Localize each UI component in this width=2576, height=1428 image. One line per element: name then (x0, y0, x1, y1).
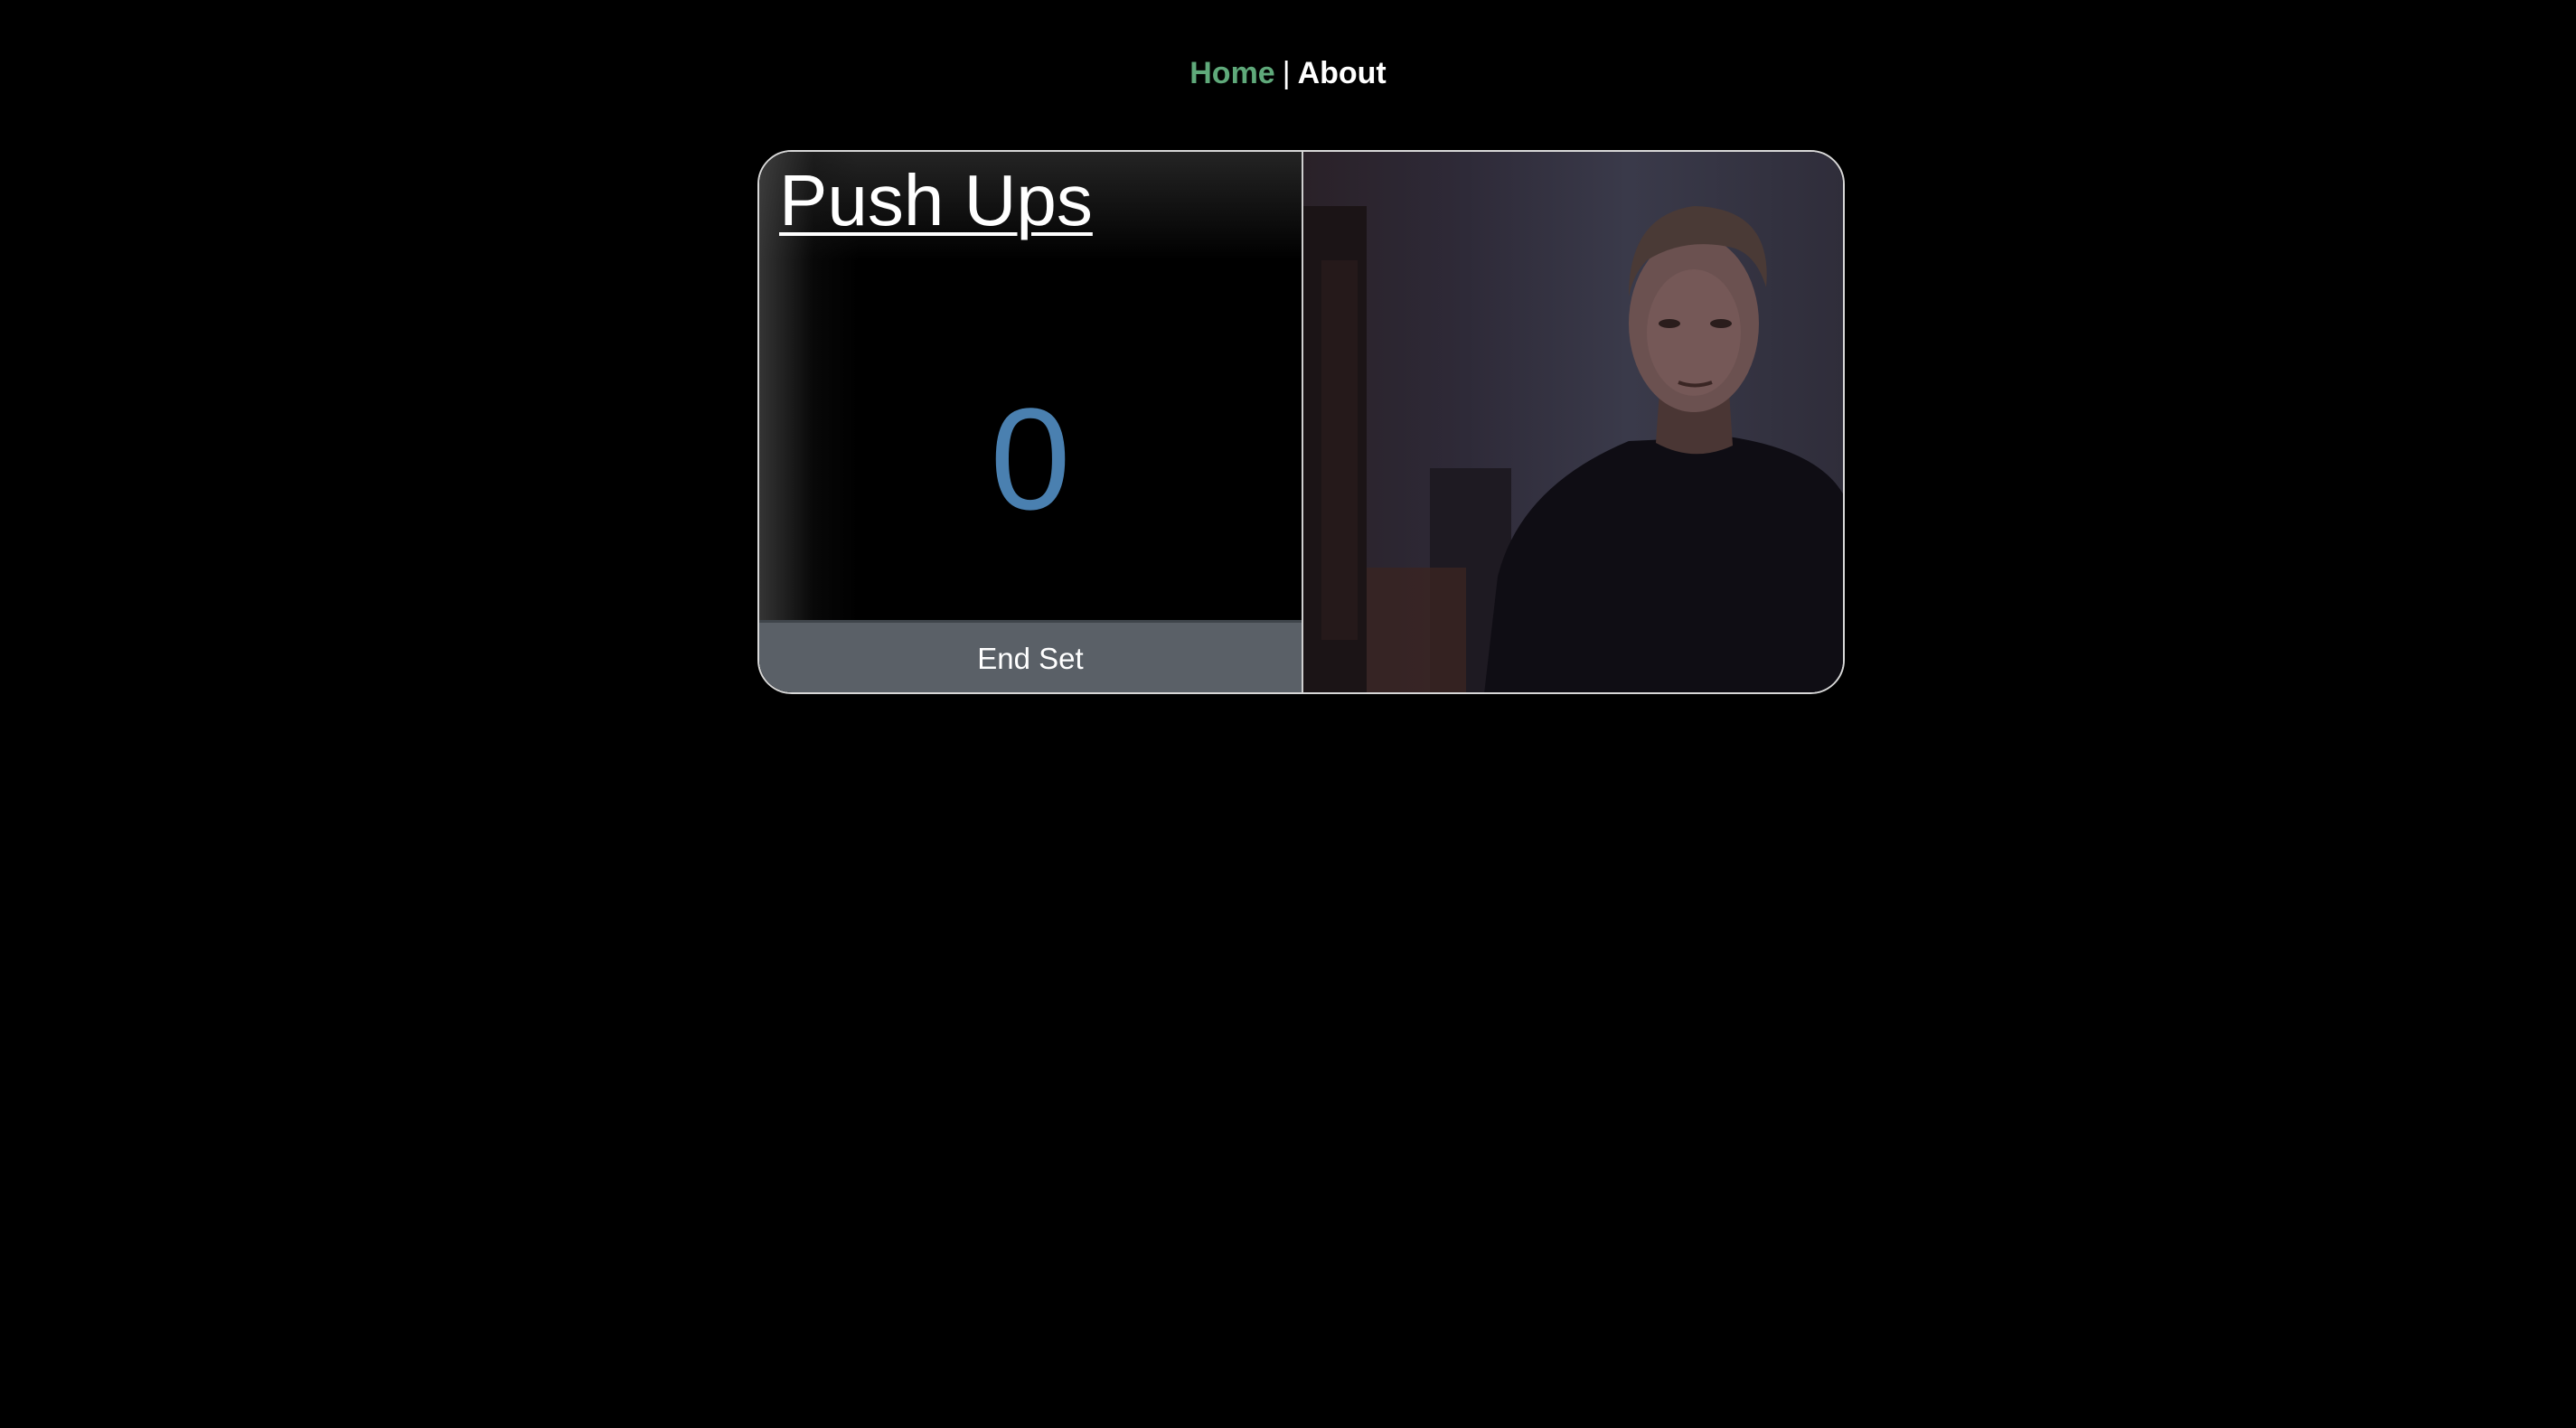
left-eye-shape (1659, 319, 1680, 328)
face-highlight-shape (1647, 269, 1741, 396)
torso-shape (1484, 437, 1843, 692)
top-nav: Home | About (0, 52, 2576, 94)
desk-shape (1367, 568, 1466, 692)
rep-count: 0 (990, 378, 1071, 540)
right-eye-shape (1710, 319, 1732, 328)
rep-counter-panel: Push Ups 0 End Set (759, 152, 1303, 692)
webcam-image (1303, 206, 1843, 692)
end-set-button[interactable]: End Set (759, 620, 1302, 692)
nav-home-link[interactable]: Home (1189, 56, 1274, 90)
nav-separator: | (1282, 56, 1291, 90)
nav-about-link[interactable]: About (1298, 56, 1387, 90)
webcam-feed (1303, 152, 1843, 692)
exercise-card: Push Ups 0 End Set (757, 150, 1845, 694)
door-frame-shape (1321, 260, 1358, 640)
exercise-title: Push Ups (779, 160, 1093, 240)
